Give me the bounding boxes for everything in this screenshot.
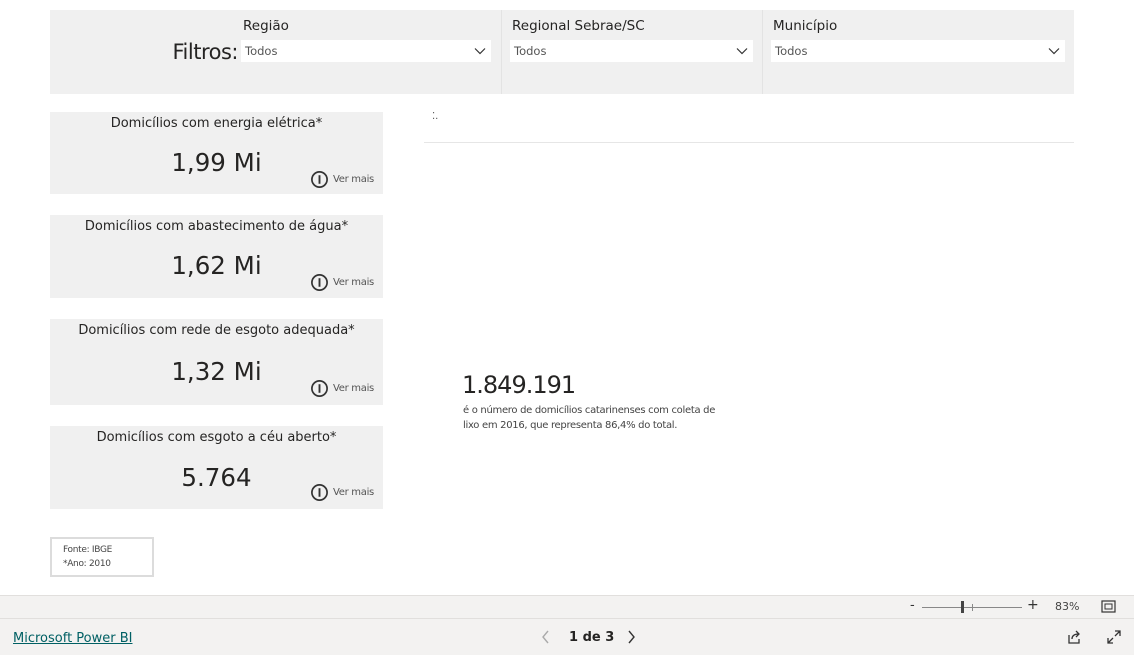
- chevron-down-icon: [736, 48, 748, 55]
- zoom-slider-thumb[interactable]: [961, 601, 964, 613]
- year-line: *Ano: 2010: [63, 559, 111, 569]
- ver-mais-button[interactable]: Ver mais: [310, 379, 374, 398]
- info-icon: [311, 171, 328, 188]
- zoom-level: 83%: [1055, 600, 1080, 613]
- kpi-card-title: Domicílios com energia elétrica*: [110, 116, 323, 131]
- info-icon: [311, 380, 328, 397]
- filter-municipio: Município Todos: [763, 10, 1074, 94]
- kpi-card-title: Domicílios com rede de esgoto adequada*: [78, 323, 355, 338]
- share-icon[interactable]: [1066, 629, 1082, 645]
- kpi-card-energia: Domicílios com energia elétrica* 1,99 Mi…: [50, 112, 383, 194]
- chevron-down-icon: [474, 48, 486, 55]
- footer-bar: Microsoft Power BI 1 de 3: [0, 618, 1134, 655]
- source-note: Fonte: IBGE *Ano: 2010: [50, 537, 154, 577]
- ver-mais-label: Ver mais: [333, 277, 374, 288]
- filter-regional-label: Regional Sebrae/SC: [512, 18, 645, 34]
- ver-mais-label: Ver mais: [333, 383, 374, 394]
- regional-dropdown-value: Todos: [514, 44, 547, 58]
- fullscreen-icon[interactable]: [1106, 629, 1122, 645]
- filter-panel: Filtros: Região Todos Regional Sebrae/SC…: [50, 10, 1074, 94]
- zoom-out-button[interactable]: -: [910, 598, 915, 613]
- zoom-in-button[interactable]: +: [1027, 597, 1039, 613]
- municipio-dropdown-value: Todos: [775, 44, 808, 58]
- source-line: Fonte: IBGE: [63, 545, 113, 555]
- municipio-dropdown[interactable]: Todos: [771, 40, 1065, 62]
- power-bi-link[interactable]: Microsoft Power BI: [13, 631, 132, 646]
- regiao-dropdown-value: Todos: [245, 44, 278, 58]
- kpi-card-esgoto: Domicílios com rede de esgoto adequada* …: [50, 319, 383, 405]
- filter-regiao-label: Região: [243, 18, 289, 34]
- ver-mais-button[interactable]: Ver mais: [310, 170, 374, 189]
- zoom-bar: - + 83%: [0, 595, 1134, 618]
- kpi-card-ceu-aberto: Domicílios com esgoto a céu aberto* 5.76…: [50, 426, 383, 509]
- kpi-card-agua: Domicílios com abastecimento de água* 1,…: [50, 215, 383, 298]
- report-canvas: Filtros: Região Todos Regional Sebrae/SC…: [0, 0, 1134, 595]
- kpi-card-title: Domicílios com abastecimento de água*: [84, 219, 349, 234]
- info-icon: [311, 274, 328, 291]
- filter-regional: Regional Sebrae/SC Todos: [502, 10, 762, 94]
- next-page-icon[interactable]: [625, 629, 637, 645]
- ver-mais-label: Ver mais: [333, 487, 374, 498]
- ver-mais-button[interactable]: Ver mais: [310, 273, 374, 292]
- filter-municipio-label: Município: [773, 18, 838, 34]
- fit-to-page-icon[interactable]: [1101, 600, 1116, 613]
- page-indicator: 1 de 3: [569, 630, 615, 645]
- ver-mais-button[interactable]: Ver mais: [310, 483, 374, 502]
- filter-title: Filtros:: [172, 40, 239, 64]
- previous-page-icon[interactable]: [540, 629, 552, 645]
- highlight-description: é o número de domicílios catarinenses co…: [463, 405, 716, 431]
- kpi-card-title: Domicílios com esgoto a céu aberto*: [96, 430, 337, 445]
- filter-regiao: Região Todos: [239, 10, 501, 94]
- info-icon: [311, 484, 328, 501]
- chevron-down-icon: [1048, 48, 1060, 55]
- regional-dropdown[interactable]: Todos: [510, 40, 753, 62]
- highlight-number: 1.849.191: [462, 371, 576, 399]
- ver-mais-label: Ver mais: [333, 174, 374, 185]
- visual-placeholder-mark: ⁚.: [432, 111, 439, 122]
- visual-divider: [424, 142, 1074, 143]
- zoom-slider-tick: [972, 604, 973, 611]
- regiao-dropdown[interactable]: Todos: [241, 40, 491, 62]
